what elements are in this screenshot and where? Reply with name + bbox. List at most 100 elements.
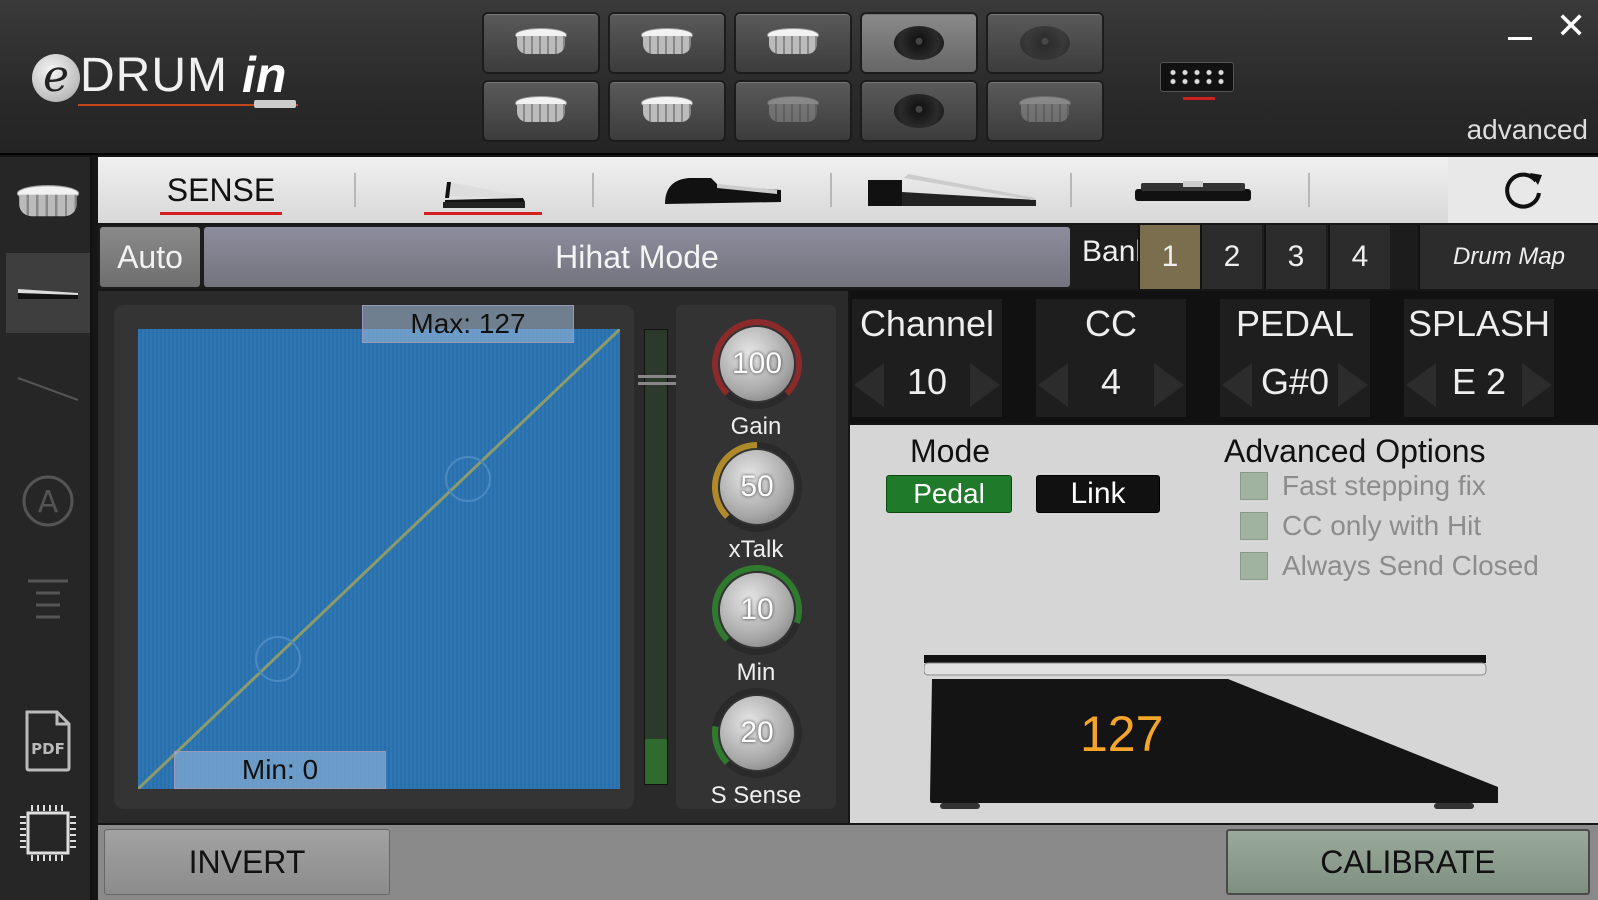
pedal-value-readout: 127: [1080, 706, 1164, 762]
param-splash-increment[interactable]: [1522, 363, 1552, 407]
sidebar-item-auto[interactable]: A: [6, 461, 90, 541]
drum-icon: [639, 26, 695, 60]
pedal-mode-button[interactable]: Pedal: [886, 475, 1012, 513]
sidebar: A PDF: [0, 157, 92, 900]
checkbox-box[interactable]: [1240, 552, 1268, 580]
sidebar-item-pedal[interactable]: [6, 253, 90, 333]
knob-xtalk[interactable]: 50: [712, 442, 802, 532]
pad-button-4[interactable]: [860, 12, 978, 74]
curve-handle-high[interactable]: [445, 456, 491, 502]
checkbox-label: Fast stepping fix: [1282, 470, 1486, 501]
bank-1-button[interactable]: 1: [1138, 225, 1200, 289]
knob-min[interactable]: 10: [712, 565, 802, 655]
knob-column: 100 Gain 50 xTalk 10 Min 20 S Sense: [676, 305, 836, 809]
always-send-closed-checkbox[interactable]: Always Send Closed: [1240, 549, 1539, 583]
sidebar-item-pdf[interactable]: PDF: [6, 701, 90, 781]
checkbox-box[interactable]: [1240, 472, 1268, 500]
knob-gain[interactable]: 100: [712, 319, 802, 409]
checkbox-box[interactable]: [1240, 512, 1268, 540]
bank-4-button[interactable]: 4: [1328, 225, 1390, 289]
pad-button-1[interactable]: [482, 12, 600, 74]
auto-a-icon: A: [22, 475, 74, 527]
pad-button-8[interactable]: [734, 80, 852, 142]
param-splash-title: SPLASH: [1407, 303, 1551, 344]
tab-sense[interactable]: SENSE: [138, 157, 304, 223]
drum-icon: [14, 183, 81, 224]
hihat-mode-button[interactable]: Hihat Mode: [204, 227, 1070, 287]
tab-separator: [1308, 173, 1310, 207]
curve-graph: [138, 329, 620, 789]
param-pedal: PEDAL G#0: [1220, 299, 1370, 417]
hihat-pedal-graphic: [924, 655, 1498, 809]
pad-button-2[interactable]: [608, 12, 726, 74]
param-channel-title: Channel: [859, 303, 995, 344]
edrumin-logo: e DRUM in: [32, 47, 312, 118]
knob-label: xTalk: [728, 536, 784, 563]
tab-long-pedal[interactable]: [862, 157, 1042, 223]
curve-min-label: Min: 0: [174, 751, 386, 789]
tab-separator: [592, 173, 594, 207]
fast-stepping-fix-checkbox[interactable]: Fast stepping fix: [1240, 469, 1486, 503]
curve-max-label: Max: 127: [362, 305, 574, 343]
knob-s-sense[interactable]: 20: [712, 688, 802, 778]
drum-icon: [765, 94, 821, 128]
curve-panel: Max: 127 Min: 0 100 Gain 50 xTalk 10 Min 20 S S…: [98, 291, 848, 823]
link-mode-button[interactable]: Link: [1036, 475, 1160, 513]
cymbal-icon: [1020, 26, 1070, 60]
tab-separator: [830, 173, 832, 207]
tab-separator: [1070, 173, 1072, 207]
param-cc-increment[interactable]: [1154, 363, 1184, 407]
sidebar-item-pads[interactable]: [6, 163, 90, 243]
knob-label: Gain: [730, 413, 782, 440]
curve-handle-low[interactable]: [255, 636, 301, 682]
minimize-icon[interactable]: [1508, 22, 1532, 40]
drum-map-button[interactable]: Drum Map: [1418, 225, 1598, 289]
refresh-button[interactable]: [1448, 157, 1598, 223]
tab-sense-underline: [160, 212, 282, 215]
param-channel-increment[interactable]: [970, 363, 1000, 407]
flat-pedal-icon: [1135, 181, 1251, 201]
bottom-bar: INVERT CALIBRATE: [98, 825, 1598, 900]
curve-line: [138, 329, 620, 789]
mode-bar: Auto Hihat Mode Bank 1 2 3 4 Drum Map: [98, 225, 1598, 289]
midi-port-icon[interactable]: [1160, 62, 1234, 100]
velocity-curve[interactable]: [138, 329, 620, 789]
bank-2-button[interactable]: 2: [1200, 225, 1262, 289]
tab-sustain-pedal[interactable]: [638, 157, 808, 223]
tab-flat-pedal[interactable]: [1118, 157, 1268, 223]
param-pedal-title: PEDAL: [1235, 303, 1355, 344]
invert-button[interactable]: INVERT: [104, 829, 390, 895]
bank-3-button[interactable]: 3: [1264, 225, 1326, 289]
logo-drum: DRUM: [80, 49, 228, 102]
sustain-pedal-icon: [665, 178, 781, 204]
svg-text:PDF: PDF: [31, 740, 65, 758]
header: e DRUM in ✕ advanced: [0, 0, 1598, 155]
cymbal-icon: [894, 94, 944, 128]
sidebar-item-curve[interactable]: [6, 349, 90, 429]
mode-label[interactable]: advanced: [1467, 114, 1588, 146]
long-pedal-icon: [868, 174, 1036, 206]
advanced-options-title: Advanced Options: [1224, 433, 1486, 469]
knob-value: 100: [720, 327, 794, 401]
knob-label: Min: [736, 659, 776, 686]
auto-button[interactable]: Auto: [100, 227, 200, 287]
sidebar-item-hardware[interactable]: [6, 793, 90, 873]
refresh-icon: [1505, 172, 1542, 209]
chip-icon: [20, 805, 76, 861]
pad-button-7[interactable]: [608, 80, 726, 142]
pad-button-6[interactable]: [482, 80, 600, 142]
mode-title: Mode: [910, 433, 991, 469]
calibrate-button[interactable]: CALIBRATE: [1226, 829, 1590, 895]
param-pedal-increment[interactable]: [1338, 363, 1368, 407]
knob-value: 20: [720, 696, 794, 770]
pad-button-9[interactable]: [860, 80, 978, 142]
tab-hihat-pedal[interactable]: [398, 157, 568, 223]
pad-button-5[interactable]: [986, 12, 1104, 74]
line-icon: [17, 377, 79, 401]
pad-button-10[interactable]: [986, 80, 1104, 142]
cc-only-with-hit-checkbox[interactable]: CC only with Hit: [1240, 509, 1481, 543]
close-icon[interactable]: ✕: [1556, 6, 1586, 47]
pad-button-3[interactable]: [734, 12, 852, 74]
param-cc: CC 4: [1036, 299, 1186, 417]
sidebar-item-list[interactable]: [6, 559, 90, 639]
